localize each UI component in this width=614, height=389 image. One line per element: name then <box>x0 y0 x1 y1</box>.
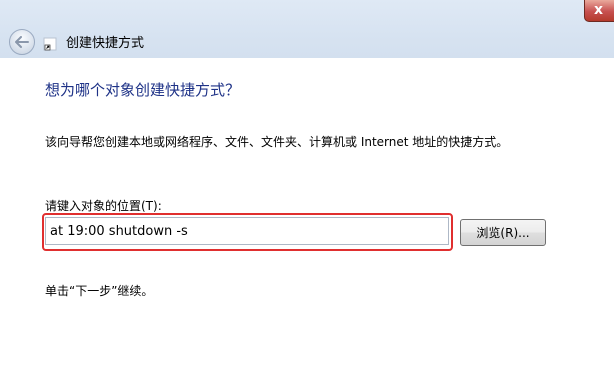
wizard-description: 该向导帮您创建本地或网络程序、文件、文件夹、计算机或 Internet 地址的快… <box>45 135 509 149</box>
wizard-header: x 创建快捷方式 <box>0 0 614 58</box>
location-input[interactable] <box>45 217 449 245</box>
page-heading: 想为哪个对象创建快捷方式？ <box>45 81 241 99</box>
browse-button[interactable]: 浏览(R)... <box>460 219 546 246</box>
shortcut-wizard-icon <box>43 37 57 51</box>
next-step-hint: 单击“下一步”继续。 <box>45 284 154 298</box>
location-label: 请键入对象的位置(T): <box>45 199 162 213</box>
close-icon: x <box>594 2 604 18</box>
back-button[interactable] <box>9 29 35 55</box>
back-arrow-icon <box>15 36 29 48</box>
close-button[interactable]: x <box>584 0 614 22</box>
window-title: 创建快捷方式 <box>66 36 145 51</box>
